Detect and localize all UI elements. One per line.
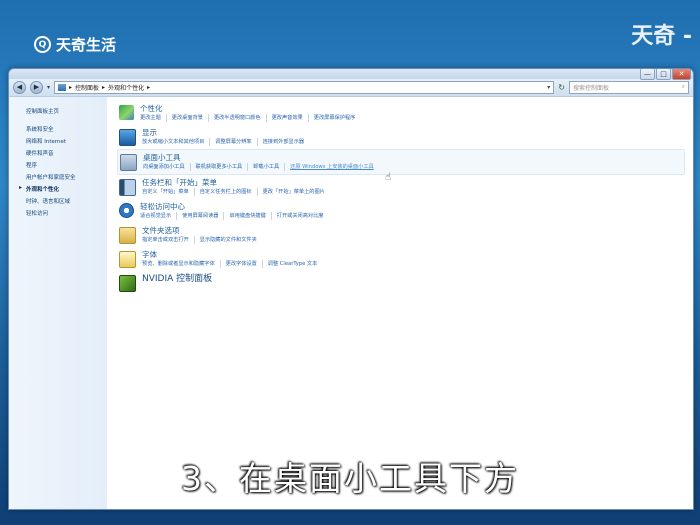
sidebar-item-network[interactable]: 网络和 Internet <box>9 135 107 147</box>
sidebar-item-ease-of-access[interactable]: 轻松访问 <box>9 207 107 219</box>
category-desktop-gadgets: 桌面小工具 向桌面添加小工具 联机获取更多小工具 卸载小工具 还原 Window… <box>117 149 685 175</box>
task-link[interactable]: 调整 ClearType 文本 <box>268 260 323 268</box>
video-subtitle: 3、在桌面小工具下方 <box>181 459 519 498</box>
task-link[interactable]: 指定单击或双击打开 <box>142 236 195 244</box>
sidebar-item-system-security[interactable]: 系统和安全 <box>9 123 107 135</box>
category-title[interactable]: 字体 <box>142 250 683 260</box>
breadcrumb-separator: ▸ <box>69 83 73 91</box>
control-panel-icon <box>58 83 67 91</box>
category-display: 显示 放大或缩小文本和其他项目 调整屏幕分辨率 连接到外部显示器 <box>117 125 685 149</box>
maximize-button[interactable]: □ <box>656 69 671 80</box>
taskbar-icon <box>119 179 136 196</box>
category-title[interactable]: 桌面小工具 <box>143 153 682 163</box>
task-link[interactable]: 启用键盘快捷键 <box>229 212 272 220</box>
category-title[interactable]: 轻松访问中心 <box>140 202 683 212</box>
sidebar: 控制面板主页 系统和安全 网络和 Internet 硬件和声音 程序 用户帐户和… <box>9 97 107 509</box>
fonts-icon <box>119 251 136 268</box>
task-link[interactable]: 预览、删除或者显示和隐藏字体 <box>142 260 221 268</box>
gadgets-icon <box>120 154 137 171</box>
watermark-right: 天奇 - <box>631 24 692 49</box>
task-link[interactable]: 更改「开始」菜单上的图片 <box>263 188 330 196</box>
sidebar-item-programs[interactable]: 程序 <box>9 159 107 171</box>
search-placeholder: 搜索控制面板 <box>573 84 610 92</box>
nvidia-icon <box>119 275 136 292</box>
task-link[interactable]: 显示隐藏的文件和文件夹 <box>200 236 262 244</box>
breadcrumb-separator: ▸ <box>102 83 106 91</box>
task-link[interactable]: 调整屏幕分辨率 <box>215 138 258 146</box>
category-folder-options: 文件夹选项 指定单击或双击打开 显示隐藏的文件和文件夹 <box>117 223 685 247</box>
breadcrumb-appearance[interactable]: 外观和个性化 <box>108 83 144 92</box>
task-link[interactable]: 更改半透明窗口颜色 <box>214 114 267 122</box>
task-link[interactable]: 使用屏幕阅读器 <box>182 212 225 220</box>
breadcrumb-separator: ▸ <box>147 83 151 91</box>
content-area: 控制面板主页 系统和安全 网络和 Internet 硬件和声音 程序 用户帐户和… <box>9 96 693 509</box>
task-link[interactable]: 连接到外部显示器 <box>263 138 310 146</box>
address-dropdown[interactable]: ▾ <box>547 84 553 91</box>
back-button[interactable]: ◀ <box>13 80 26 94</box>
forward-button[interactable]: ▶ <box>30 80 43 94</box>
personalization-icon <box>119 105 134 120</box>
sidebar-item-clock-language[interactable]: 时钟、语言和区域 <box>9 195 107 207</box>
task-link[interactable]: 向桌面添加小工具 <box>143 163 191 171</box>
address-bar-row: ◀ ▶ ▾ ▸ 控制面板 ▸ 外观和个性化 ▸ ▾ ↻ 搜索控制面板 ⌕ <box>9 79 693 95</box>
category-title[interactable]: 任务栏和「开始」菜单 <box>142 178 683 188</box>
search-input[interactable]: 搜索控制面板 ⌕ <box>569 80 689 94</box>
task-link[interactable]: 更改主题 <box>140 114 167 122</box>
recent-pages-dropdown[interactable]: ▾ <box>47 84 50 91</box>
sidebar-item-appearance[interactable]: 外观和个性化 <box>9 183 107 195</box>
control-panel-window: — □ ✕ ◀ ▶ ▾ ▸ 控制面板 ▸ 外观和个性化 ▸ ▾ ↻ 搜索控制面板… <box>8 68 694 510</box>
category-title[interactable]: 显示 <box>142 128 683 138</box>
task-link[interactable]: 更改桌面背景 <box>172 114 209 122</box>
category-title[interactable]: 文件夹选项 <box>142 226 683 236</box>
category-personalization: 个性化 更改主题 更改桌面背景 更改半透明窗口颜色 更改声音效果 更改屏幕保护程… <box>117 101 685 125</box>
close-button[interactable]: ✕ <box>672 69 691 80</box>
minimize-button[interactable]: — <box>640 69 655 80</box>
category-fonts: 字体 预览、删除或者显示和隐藏字体 更改字体设置 调整 ClearType 文本 <box>117 247 685 271</box>
hand-cursor-icon: ☝ <box>385 172 392 183</box>
watermark-logo: Q 天奇生活 <box>34 34 116 55</box>
restore-gadgets-link[interactable]: 还原 Windows 上安装的桌面小工具 <box>290 163 379 171</box>
sidebar-item-hardware-sound[interactable]: 硬件和声音 <box>9 147 107 159</box>
category-ease-of-access: 轻松访问中心 适合视觉显示 使用屏幕阅读器 启用键盘快捷键 打开或关闭高对比度 <box>117 199 685 223</box>
refresh-button[interactable]: ↻ <box>558 83 565 92</box>
title-bar: — □ ✕ <box>9 69 693 80</box>
task-link[interactable]: 放大或缩小文本和其他项目 <box>142 138 211 146</box>
breadcrumb-control-panel[interactable]: 控制面板 <box>75 83 99 92</box>
sidebar-home-link[interactable]: 控制面板主页 <box>9 105 107 117</box>
category-nvidia: NVIDIA 控制面板 <box>117 271 685 295</box>
display-icon <box>119 129 136 146</box>
task-link[interactable]: 卸载小工具 <box>253 163 286 171</box>
task-link[interactable]: 自定义「开始」菜单 <box>142 188 195 196</box>
task-link[interactable]: 打开或关闭高对比度 <box>277 212 329 220</box>
category-title[interactable]: 个性化 <box>140 104 683 114</box>
task-link[interactable]: 自定义任务栏上的图标 <box>200 188 258 196</box>
folder-options-icon <box>119 227 136 244</box>
task-link[interactable]: 更改字体设置 <box>226 260 263 268</box>
task-link[interactable]: 适合视觉显示 <box>140 212 178 220</box>
ease-of-access-icon <box>119 203 134 218</box>
category-list: 个性化 更改主题 更改桌面背景 更改半透明窗口颜色 更改声音效果 更改屏幕保护程… <box>117 101 685 295</box>
logo-icon: Q <box>34 36 51 53</box>
search-icon: ⌕ <box>681 83 685 90</box>
sidebar-item-user-accounts[interactable]: 用户帐户和家庭安全 <box>9 171 107 183</box>
task-link[interactable]: 联机获取更多小工具 <box>196 163 249 171</box>
address-field[interactable]: ▸ 控制面板 ▸ 外观和个性化 ▸ ▾ <box>54 80 555 94</box>
logo-text: 天奇生活 <box>56 36 117 54</box>
task-link[interactable]: 更改屏幕保护程序 <box>314 114 361 122</box>
task-link[interactable]: 更改声音效果 <box>272 114 309 122</box>
category-title[interactable]: NVIDIA 控制面板 <box>142 274 683 284</box>
category-taskbar-start: 任务栏和「开始」菜单 自定义「开始」菜单 自定义任务栏上的图标 更改「开始」菜单… <box>117 175 685 199</box>
